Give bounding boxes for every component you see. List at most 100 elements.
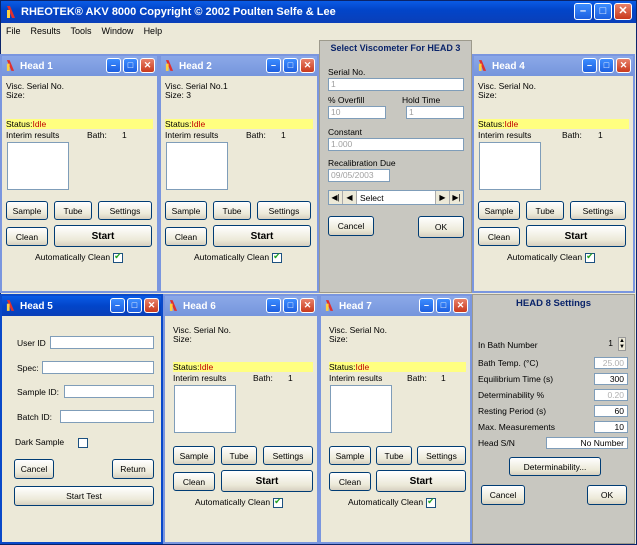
- maximize-icon[interactable]: □: [594, 3, 612, 20]
- bath-number-spinner-icon[interactable]: ▲ ▼: [618, 337, 626, 351]
- close-icon[interactable]: ✕: [300, 58, 315, 73]
- sample-button[interactable]: Sample: [165, 201, 207, 220]
- auto-clean-option[interactable]: Automatically Clean: [507, 251, 596, 263]
- cancel-button[interactable]: Cancel: [14, 459, 54, 479]
- settings-button[interactable]: Settings: [263, 446, 313, 465]
- maximize-icon[interactable]: □: [127, 298, 142, 313]
- hold-time-field[interactable]: 1: [406, 106, 464, 119]
- close-icon[interactable]: ✕: [616, 58, 631, 73]
- spec-field[interactable]: [42, 361, 154, 374]
- maximize-icon[interactable]: □: [123, 58, 138, 73]
- auto-clean-checkbox[interactable]: [585, 251, 596, 263]
- minimize-icon[interactable]: –: [110, 298, 125, 313]
- bath-number-value[interactable]: 1: [590, 338, 616, 350]
- app-titlebar[interactable]: RHEOTEK® AKV 8000 Copyright © 2002 Poult…: [1, 1, 636, 23]
- settings-ok-button[interactable]: OK: [587, 485, 627, 505]
- constant-field[interactable]: 1.000: [328, 138, 464, 151]
- settings-button[interactable]: Settings: [98, 201, 152, 220]
- viscometer-cancel-button[interactable]: Cancel: [328, 216, 374, 236]
- start-button[interactable]: Start: [526, 225, 626, 247]
- viscometer-ok-button[interactable]: OK: [418, 216, 464, 238]
- head-6-titlebar[interactable]: Head 6 – □ ✕: [165, 296, 317, 316]
- last-record-icon[interactable]: ▶|: [449, 191, 463, 204]
- minimize-icon[interactable]: –: [419, 298, 434, 313]
- prev-record-icon[interactable]: ◀: [343, 191, 357, 204]
- clean-button[interactable]: Clean: [329, 472, 371, 491]
- start-button[interactable]: Start: [213, 225, 311, 247]
- determinability-button[interactable]: Determinability...: [509, 457, 601, 476]
- maximize-icon[interactable]: □: [599, 58, 614, 73]
- return-button[interactable]: Return: [112, 459, 154, 479]
- head-1-titlebar[interactable]: Head 1 – □ ✕: [2, 56, 157, 76]
- sample-button[interactable]: Sample: [329, 446, 371, 465]
- sample-button[interactable]: Sample: [173, 446, 215, 465]
- head-7-titlebar[interactable]: Head 7 – □ ✕: [321, 296, 470, 316]
- clean-button[interactable]: Clean: [478, 227, 520, 246]
- dark-sample-checkbox[interactable]: [78, 437, 89, 448]
- minimize-icon[interactable]: –: [582, 58, 597, 73]
- menu-tools[interactable]: Tools: [66, 26, 97, 36]
- serial-no-field[interactable]: 1: [328, 78, 464, 91]
- close-icon[interactable]: ✕: [300, 298, 315, 313]
- menu-window[interactable]: Window: [97, 26, 139, 36]
- maximize-icon[interactable]: □: [283, 58, 298, 73]
- user-id-field[interactable]: [50, 336, 154, 349]
- auto-clean-option[interactable]: Automatically Clean: [195, 496, 284, 508]
- menu-help[interactable]: Help: [139, 26, 168, 36]
- clean-button[interactable]: Clean: [173, 472, 215, 491]
- tube-button[interactable]: Tube: [376, 446, 412, 465]
- start-button[interactable]: Start: [54, 225, 152, 247]
- auto-clean-option[interactable]: Automatically Clean: [35, 251, 124, 263]
- auto-clean-option[interactable]: Automatically Clean: [348, 496, 437, 508]
- equilibrium-time-field[interactable]: 300: [594, 373, 628, 385]
- close-icon[interactable]: ✕: [453, 298, 468, 313]
- maximize-icon[interactable]: □: [283, 298, 298, 313]
- tube-button[interactable]: Tube: [213, 201, 251, 220]
- tube-button[interactable]: Tube: [526, 201, 564, 220]
- minimize-icon[interactable]: –: [574, 3, 592, 20]
- settings-button[interactable]: Settings: [257, 201, 311, 220]
- settings-button[interactable]: Settings: [570, 201, 626, 220]
- head-sn-field[interactable]: No Number: [546, 437, 628, 449]
- minimize-icon[interactable]: –: [266, 298, 281, 313]
- settings-button[interactable]: Settings: [417, 446, 466, 465]
- next-record-icon[interactable]: ▶: [435, 191, 449, 204]
- determinability-field[interactable]: 0.20: [594, 389, 628, 401]
- settings-cancel-button[interactable]: Cancel: [481, 485, 525, 505]
- minimize-icon[interactable]: –: [106, 58, 121, 73]
- start-test-button[interactable]: Start Test: [14, 486, 154, 506]
- head-4-titlebar[interactable]: Head 4 – □ ✕: [474, 56, 633, 76]
- overfill-field[interactable]: 10: [328, 106, 386, 119]
- close-icon[interactable]: ✕: [140, 58, 155, 73]
- auto-clean-option[interactable]: Automatically Clean: [194, 251, 283, 263]
- start-button[interactable]: Start: [376, 470, 466, 492]
- max-measurements-field[interactable]: 10: [594, 421, 628, 433]
- sample-button[interactable]: Sample: [6, 201, 48, 220]
- dark-sample-option[interactable]: Dark Sample: [15, 437, 89, 448]
- head-5-titlebar[interactable]: Head 5 – □ ✕: [2, 296, 161, 316]
- clean-button[interactable]: Clean: [6, 227, 48, 246]
- recalibration-field[interactable]: 09/05/2003: [328, 169, 390, 182]
- auto-clean-checkbox[interactable]: [113, 251, 124, 263]
- auto-clean-checkbox[interactable]: [272, 251, 283, 263]
- clean-button[interactable]: Clean: [165, 227, 207, 246]
- first-record-icon[interactable]: ◀|: [329, 191, 343, 204]
- auto-clean-checkbox[interactable]: [426, 496, 437, 508]
- tube-button[interactable]: Tube: [54, 201, 92, 220]
- close-icon[interactable]: ✕: [144, 298, 159, 313]
- auto-clean-checkbox[interactable]: [273, 496, 284, 508]
- batch-id-field[interactable]: [60, 410, 154, 423]
- sample-id-field[interactable]: [64, 385, 154, 398]
- bath-temp-field[interactable]: 25.00: [594, 357, 628, 369]
- start-button[interactable]: Start: [221, 470, 313, 492]
- minimize-icon[interactable]: –: [266, 58, 281, 73]
- close-icon[interactable]: ✕: [614, 3, 632, 20]
- resting-period-field[interactable]: 60: [594, 405, 628, 417]
- sample-button[interactable]: Sample: [478, 201, 520, 220]
- menu-results[interactable]: Results: [26, 26, 66, 36]
- maximize-icon[interactable]: □: [436, 298, 451, 313]
- record-select[interactable]: Select: [357, 193, 435, 203]
- tube-button[interactable]: Tube: [221, 446, 257, 465]
- head-2-titlebar[interactable]: Head 2 – □ ✕: [161, 56, 317, 76]
- menu-file[interactable]: File: [1, 26, 26, 36]
